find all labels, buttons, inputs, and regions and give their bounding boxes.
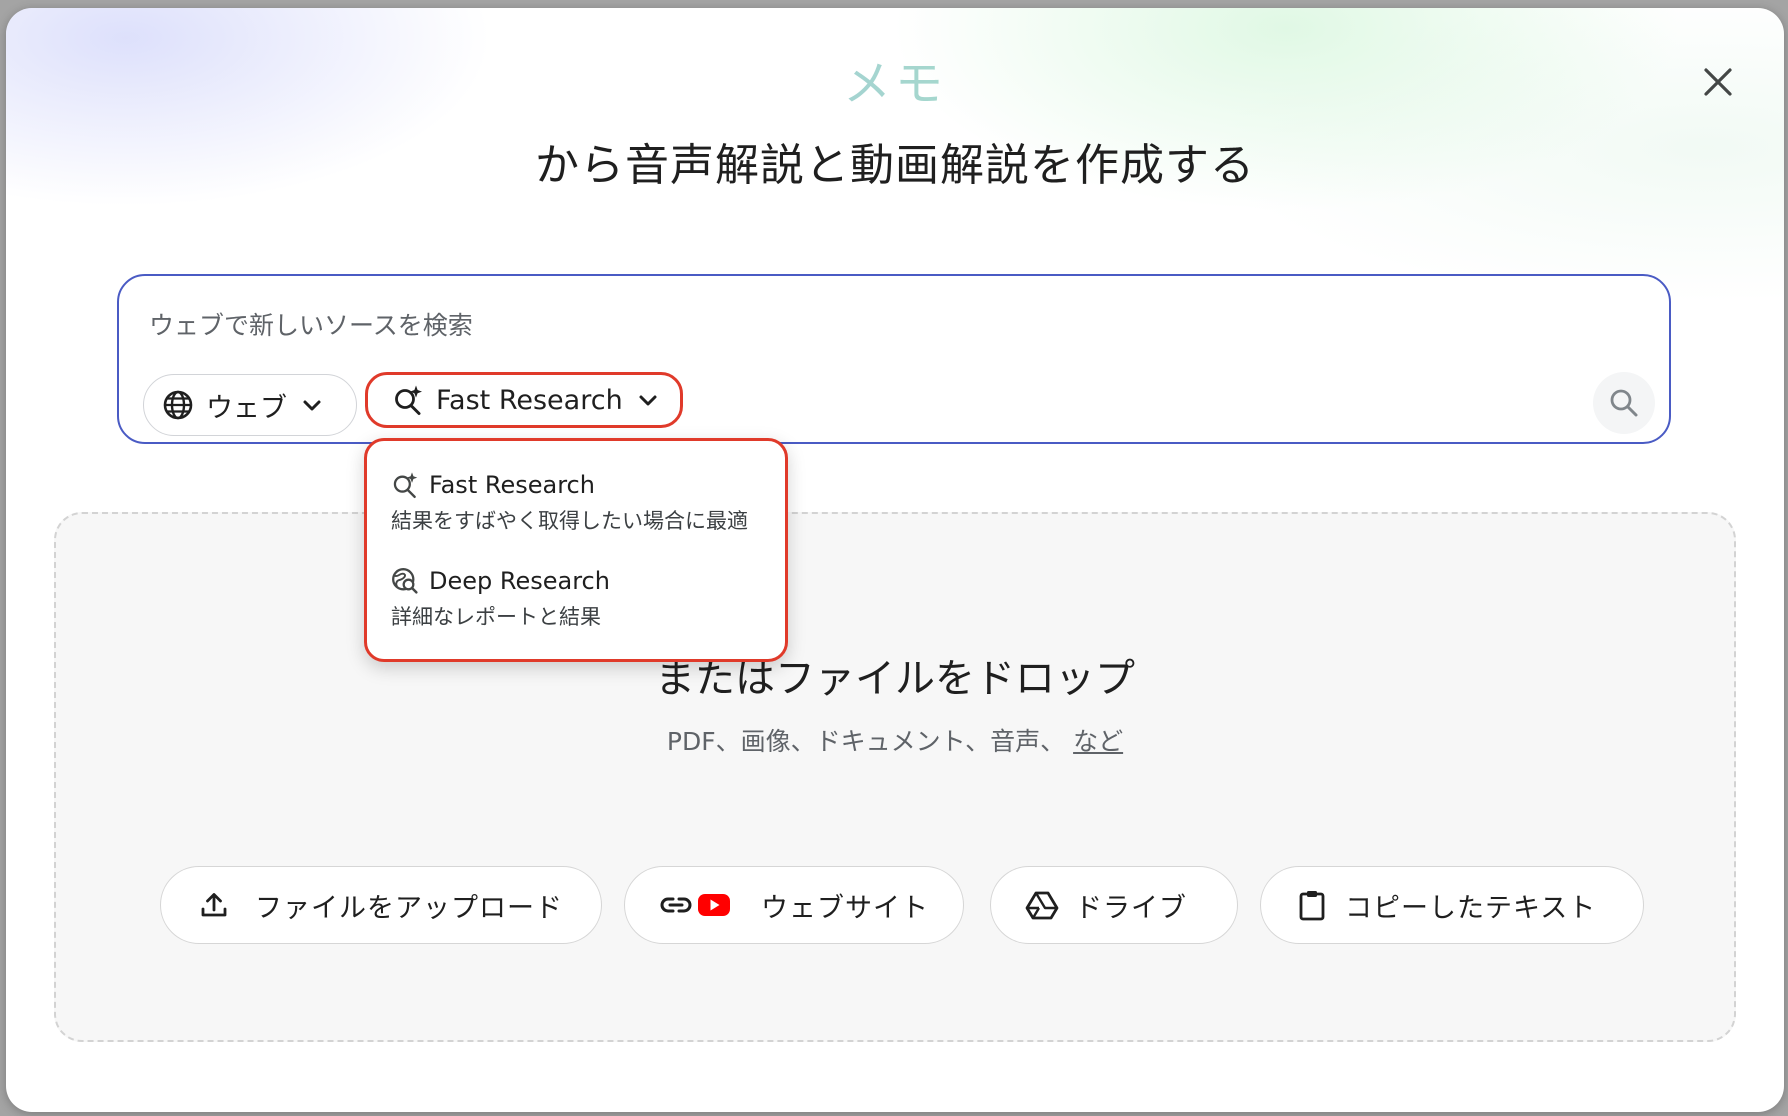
research-mode-selector[interactable]: Fast Research: [365, 372, 683, 428]
website-source-button[interactable]: ウェブサイト: [624, 866, 964, 944]
web-search-box: ウェブ Fast Research: [117, 274, 1671, 444]
clipboard-icon: [1297, 889, 1327, 921]
drop-zone-title: またはファイルをドロップ: [655, 656, 1135, 702]
upload-icon: [199, 890, 229, 920]
search-submit-button[interactable]: [1593, 372, 1655, 434]
upload-file-button[interactable]: ファイルをアップロード: [160, 866, 602, 944]
upload-file-label: ファイルをアップロード: [255, 892, 563, 924]
drive-source-button[interactable]: ドライブ: [990, 866, 1238, 944]
chevron-down-icon: [301, 394, 323, 416]
copied-text-label: コピーしたテキスト: [1345, 892, 1597, 924]
search-input[interactable]: [147, 302, 1551, 348]
chevron-down-icon: [637, 389, 659, 411]
dialog-title: から音声解説と動画解説を作成する: [535, 140, 1255, 191]
file-drop-zone[interactable]: またはファイルをドロップ PDF、画像、ドキュメント、音声、 など ファイルをアッ…: [54, 512, 1736, 1042]
research-mode-menu: Fast Research 結果をすばやく取得したい場合に最適 Deep Res…: [364, 438, 788, 662]
website-source-label: ウェブサイト: [761, 892, 929, 924]
supported-types-text: PDF、画像、ドキュメント、音声、: [666, 727, 1066, 756]
youtube-icon: [697, 892, 731, 918]
globe-icon: [162, 389, 194, 421]
source-type-label: ウェブ: [206, 392, 287, 424]
menu-item-description: 結果をすばやく取得したい場合に最適: [391, 509, 748, 533]
menu-item-title: Fast Research: [429, 471, 595, 499]
sparkle-search-icon: [392, 384, 424, 416]
copied-text-button[interactable]: コピーしたテキスト: [1260, 866, 1644, 944]
deep-search-globe-icon: [391, 567, 419, 595]
menu-item-description: 詳細なレポートと結果: [391, 605, 601, 629]
research-mode-label: Fast Research: [436, 384, 623, 416]
search-icon: [1610, 389, 1638, 417]
menu-item-deep-research[interactable]: Deep Research 詳細なレポートと結果: [391, 567, 771, 631]
more-types-link[interactable]: など: [1073, 727, 1123, 756]
drive-source-label: ドライブ: [1075, 892, 1187, 924]
add-sources-dialog: メモ から音声解説と動画解説を作成する ウェブで新しいソースを検索 ウェブ Fa…: [6, 8, 1784, 1112]
link-icon: [659, 890, 693, 920]
menu-item-title: Deep Research: [429, 567, 610, 595]
drop-zone-subtitle: PDF、画像、ドキュメント、音声、 など: [56, 724, 1734, 760]
dialog-accent-title: メモ: [6, 52, 1784, 116]
menu-item-fast-research[interactable]: Fast Research 結果をすばやく取得したい場合に最適: [391, 471, 771, 535]
source-type-selector[interactable]: ウェブ: [143, 374, 357, 436]
drive-icon: [1025, 890, 1059, 920]
sparkle-search-icon: [391, 471, 419, 499]
